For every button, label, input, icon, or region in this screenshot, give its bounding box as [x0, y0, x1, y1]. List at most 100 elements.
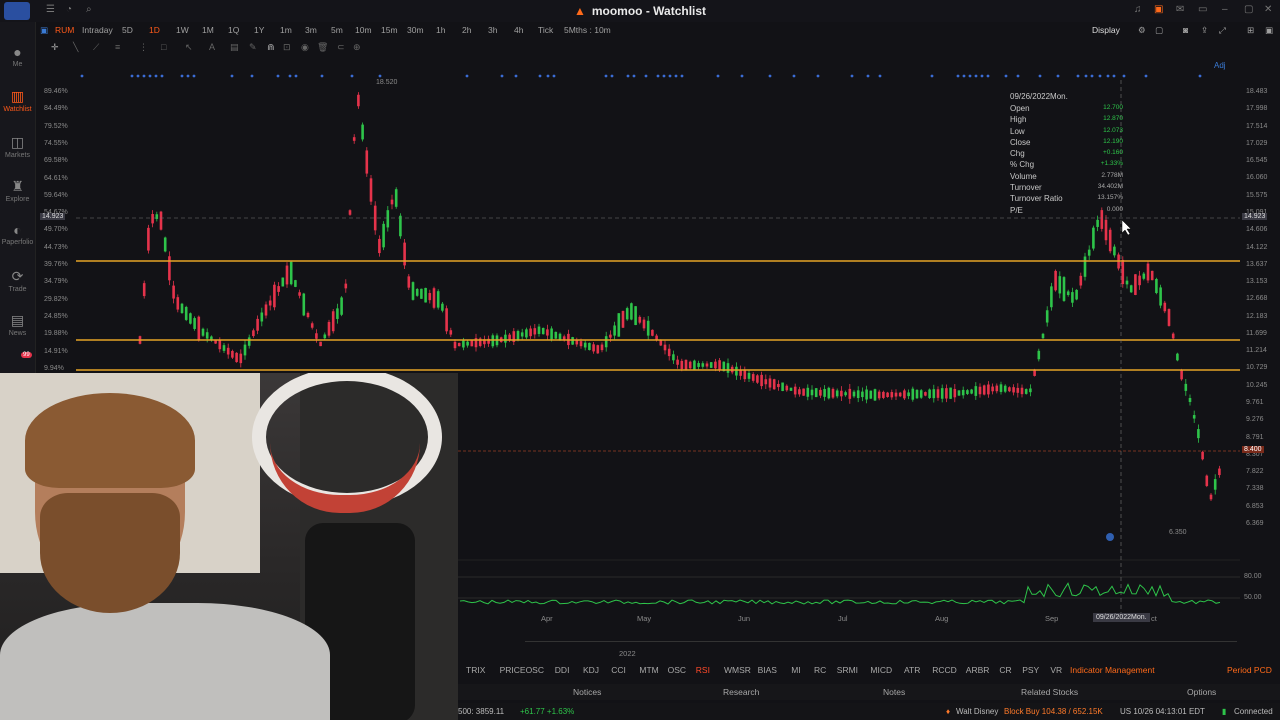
indicator-vr[interactable]: VR [1050, 665, 1062, 675]
event-dot[interactable] [850, 74, 854, 78]
event-dot[interactable] [626, 74, 630, 78]
indicator-wmsr[interactable]: WMSR [724, 665, 751, 675]
event-dot[interactable] [148, 74, 152, 78]
candle-body [667, 348, 671, 357]
event-dot[interactable] [1090, 74, 1094, 78]
event-dot[interactable] [962, 74, 966, 78]
indicator-rc[interactable]: RC [814, 665, 826, 675]
event-dot[interactable] [680, 74, 684, 78]
event-dot[interactable] [1098, 74, 1102, 78]
candle-body [936, 389, 940, 398]
event-dot[interactable] [1106, 74, 1110, 78]
event-dot[interactable] [294, 74, 298, 78]
event-dot[interactable] [816, 74, 820, 78]
event-dot[interactable] [662, 74, 666, 78]
event-dot[interactable] [514, 74, 518, 78]
event-dot[interactable] [154, 74, 158, 78]
indicator-ddi[interactable]: DDI [555, 665, 570, 675]
adj-button[interactable]: Adj [1214, 61, 1226, 70]
event-dot[interactable] [1122, 74, 1126, 78]
event-dot[interactable] [136, 74, 140, 78]
indicator-rsi[interactable]: RSI [696, 665, 710, 675]
indicator-trix[interactable]: TRIX [466, 665, 485, 675]
event-dot[interactable] [1056, 74, 1060, 78]
event-dot[interactable] [142, 74, 146, 78]
event-dot[interactable] [1038, 74, 1042, 78]
tab-related-stocks[interactable]: Related Stocks [1021, 687, 1078, 697]
event-dot[interactable] [768, 74, 772, 78]
event-dot[interactable] [930, 74, 934, 78]
event-dot[interactable] [610, 74, 614, 78]
event-dot[interactable] [968, 74, 972, 78]
period-button[interactable]: Period PCD [1227, 665, 1272, 675]
indicator-arbr[interactable]: ARBR [966, 665, 990, 675]
indicator-psy[interactable]: PSY [1022, 665, 1039, 675]
event-dot[interactable] [180, 74, 184, 78]
indicator-cci[interactable]: CCI [611, 665, 626, 675]
event-dot[interactable] [80, 74, 84, 78]
indicator-atr[interactable]: ATR [904, 665, 920, 675]
event-dot[interactable] [956, 74, 960, 78]
event-dot[interactable] [792, 74, 796, 78]
event-dot[interactable] [980, 74, 984, 78]
candle-body [949, 387, 952, 399]
event-dot[interactable] [230, 74, 234, 78]
event-dot[interactable] [378, 74, 382, 78]
tab-research[interactable]: Research [723, 687, 759, 697]
event-dot[interactable] [716, 74, 720, 78]
indicator-cr[interactable]: CR [999, 665, 1011, 675]
indicator-mi[interactable]: MI [791, 665, 800, 675]
event-dot[interactable] [552, 74, 556, 78]
indicator-micd[interactable]: MICD [870, 665, 892, 675]
event-dot[interactable] [674, 74, 678, 78]
timeline-scrollbar[interactable] [525, 641, 1237, 642]
event-dot[interactable] [1084, 74, 1088, 78]
event-dot[interactable] [866, 74, 870, 78]
event-dot[interactable] [644, 74, 648, 78]
indicator-management-button[interactable]: Indicator Management [1070, 665, 1155, 675]
event-dot[interactable] [500, 74, 504, 78]
event-dot[interactable] [160, 74, 164, 78]
indicator-osc[interactable]: OSC [668, 665, 686, 675]
tooltip-value: 12.190 [1103, 137, 1123, 145]
event-dot[interactable] [546, 74, 550, 78]
indicator-kdj[interactable]: KDJ [583, 665, 599, 675]
event-dot[interactable] [604, 74, 608, 78]
event-dot[interactable] [1112, 74, 1116, 78]
event-dot[interactable] [320, 74, 324, 78]
event-dot[interactable] [538, 74, 542, 78]
event-dot[interactable] [350, 74, 354, 78]
event-dot[interactable] [878, 74, 882, 78]
event-dot[interactable] [740, 74, 744, 78]
indicator-bias[interactable]: BIAS [758, 665, 777, 675]
event-circle-icon[interactable] [1106, 533, 1114, 541]
indicator-srmi[interactable]: SRMI [837, 665, 858, 675]
tab-notices[interactable]: Notices [573, 687, 601, 697]
event-dot[interactable] [276, 74, 280, 78]
event-dot[interactable] [186, 74, 190, 78]
tab-options[interactable]: Options [1187, 687, 1216, 697]
event-dot[interactable] [632, 74, 636, 78]
left-axis-label: 64.61% [44, 174, 68, 182]
candle-body [596, 345, 600, 354]
ticker-stock[interactable]: Walt Disney [956, 707, 998, 716]
event-dot[interactable] [1144, 74, 1148, 78]
indicator-mtm[interactable]: MTM [639, 665, 658, 675]
event-dot[interactable] [656, 74, 660, 78]
event-dot[interactable] [1076, 74, 1080, 78]
event-dot[interactable] [1004, 74, 1008, 78]
event-dot[interactable] [288, 74, 292, 78]
event-dot[interactable] [130, 74, 134, 78]
event-dot[interactable] [974, 74, 978, 78]
event-dot[interactable] [465, 74, 469, 78]
tab-notes[interactable]: Notes [883, 687, 905, 697]
indicator-priceosc[interactable]: PRICEOSC [500, 665, 544, 675]
index-quote[interactable]: 500: 3859.11 [458, 707, 504, 716]
event-dot[interactable] [192, 74, 196, 78]
event-dot[interactable] [1198, 74, 1202, 78]
indicator-rccd[interactable]: RCCD [932, 665, 957, 675]
event-dot[interactable] [986, 74, 990, 78]
event-dot[interactable] [250, 74, 254, 78]
event-dot[interactable] [1016, 74, 1020, 78]
event-dot[interactable] [668, 74, 672, 78]
